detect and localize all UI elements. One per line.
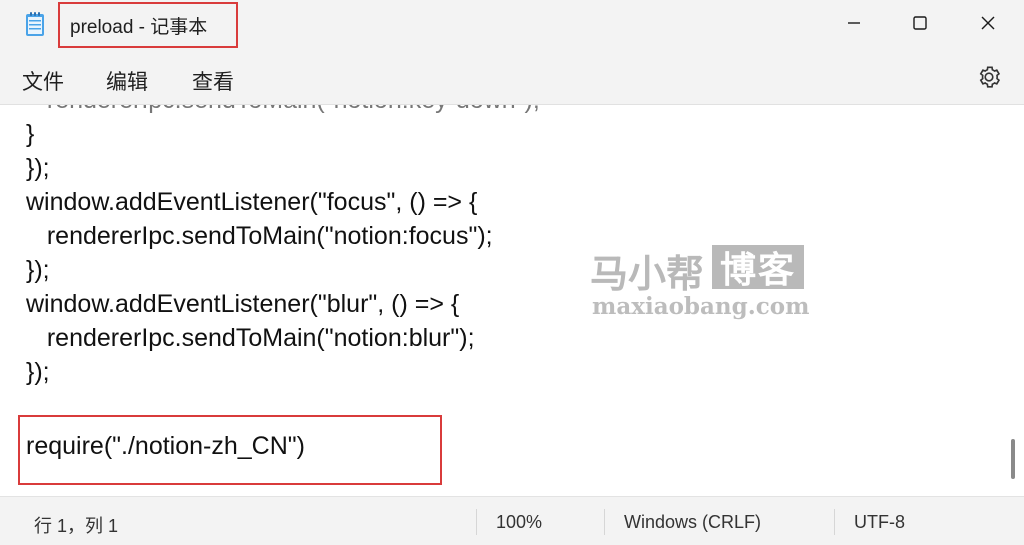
clipped-code-line: rendererIpc.sendToMain("notion:key-down"… <box>26 105 540 117</box>
maximize-icon <box>913 16 927 30</box>
menu-file[interactable]: 文件 <box>16 64 70 98</box>
notepad-icon <box>24 11 46 37</box>
vertical-scrollbar[interactable] <box>1011 439 1015 479</box>
code-line: }); <box>26 358 50 386</box>
encoding[interactable]: UTF-8 <box>854 512 905 533</box>
settings-button[interactable] <box>976 64 1002 90</box>
code-line: window.addEventListener("focus", () => { <box>26 188 478 216</box>
status-bar: 行 1，列 1 100% Windows (CRLF) UTF-8 <box>0 496 1024 545</box>
zoom-level[interactable]: 100% <box>496 512 542 533</box>
watermark-badge: 博客 <box>712 245 804 290</box>
window-title: preload - 记事本 <box>70 17 208 38</box>
text-editor[interactable]: rendererIpc.sendToMain("notion:key-down"… <box>0 104 1024 497</box>
menu-edit[interactable]: 编辑 <box>100 64 154 98</box>
code-line: }); <box>26 154 50 182</box>
code-line: }); <box>26 256 50 284</box>
status-divider <box>834 509 835 535</box>
minimize-button[interactable] <box>834 6 874 40</box>
watermark-url: maxiaobang.com <box>592 293 810 320</box>
code-line: } <box>26 120 35 148</box>
code-line: rendererIpc.sendToMain("notion:blur"); <box>26 324 475 352</box>
status-divider <box>604 509 605 535</box>
status-divider <box>476 509 477 535</box>
require-annotation-box <box>18 415 442 485</box>
code-line: rendererIpc.sendToMain("notion:focus"); <box>26 222 493 250</box>
code-line: window.addEventListener("blur", () => { <box>26 290 460 318</box>
maximize-button[interactable] <box>900 6 940 40</box>
minimize-icon <box>848 22 860 24</box>
watermark: 马小帮 博客 maxiaobang.com <box>590 243 810 331</box>
title-bar[interactable]: preload - 记事本 <box>0 0 1024 52</box>
cursor-position: 行 1，列 1 <box>34 516 119 536</box>
watermark-name: 马小帮 <box>590 254 705 296</box>
menu-view[interactable]: 查看 <box>186 64 240 98</box>
close-button[interactable] <box>968 6 1008 40</box>
gear-icon <box>979 66 1001 88</box>
menu-bar: 文件 编辑 查看 <box>0 52 1024 104</box>
close-icon <box>981 16 995 30</box>
line-ending[interactable]: Windows (CRLF) <box>624 512 761 533</box>
